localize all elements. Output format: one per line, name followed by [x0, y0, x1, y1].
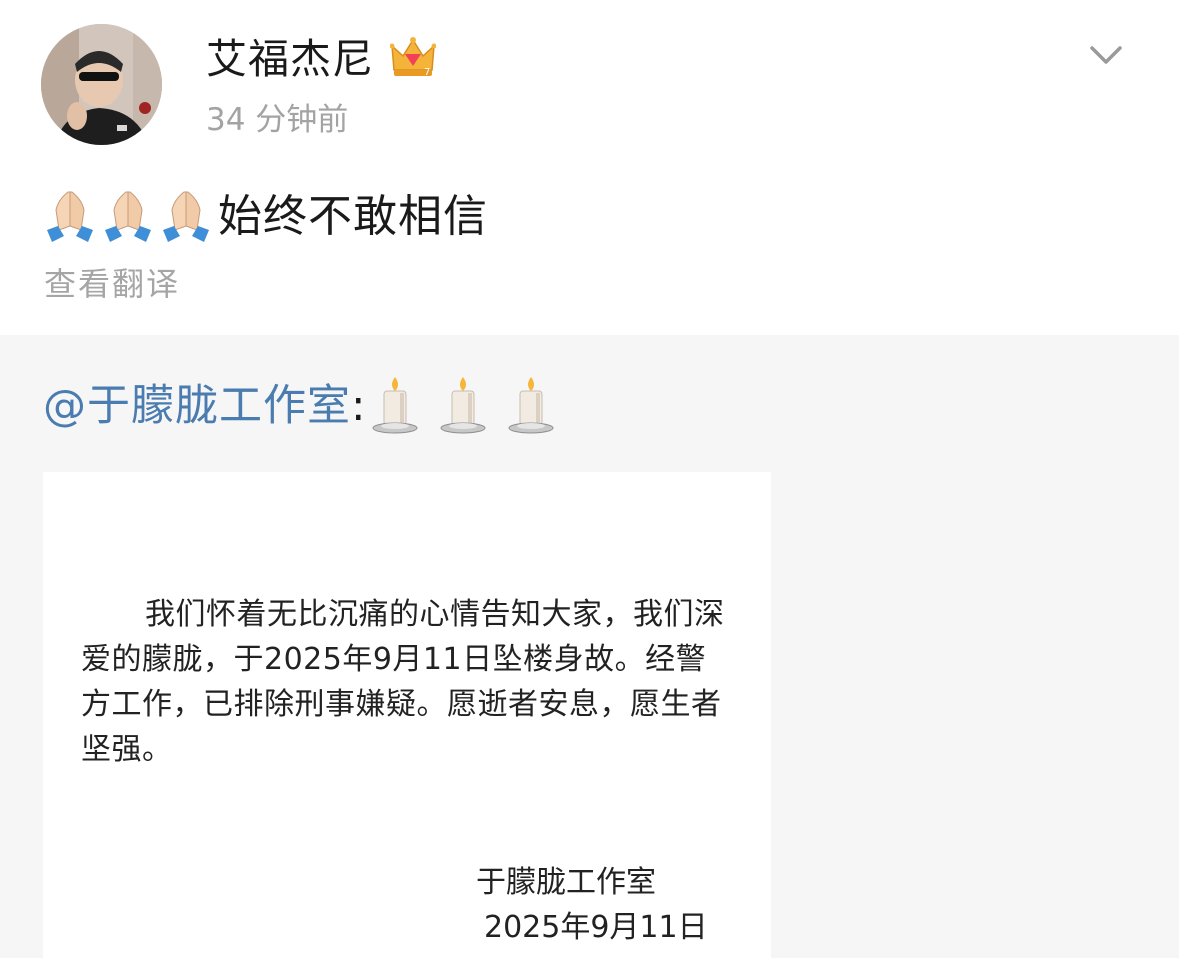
- statement-signature: 于朦胧工作室: [476, 865, 656, 900]
- repost-header: @于朦胧工作室 :: [43, 374, 574, 438]
- post-text: 始终不敢相信: [218, 191, 488, 242]
- pray-emoji-icon: [163, 191, 209, 242]
- chevron-down-icon[interactable]: [1088, 40, 1124, 70]
- post-header: 艾福杰尼 7 34 分钟前 始终不敢相信 查看翻译: [0, 0, 1179, 335]
- translate-link[interactable]: 查看翻译: [44, 262, 180, 306]
- candle-emoji-icon: [440, 377, 485, 434]
- pray-emoji-icon: [47, 191, 93, 242]
- mention-colon: :: [351, 381, 366, 431]
- svg-text:7: 7: [424, 67, 430, 78]
- avatar[interactable]: [41, 24, 162, 145]
- author-name[interactable]: 艾福杰尼: [206, 33, 374, 85]
- statement-body: 我们怀着无比沉痛的心情告知大家，我们深爱的朦胧，于2025年9月11日坠楼身故。…: [81, 597, 725, 767]
- mention-link[interactable]: @于朦胧工作室: [43, 378, 351, 434]
- post-content: 始终不敢相信: [44, 187, 488, 247]
- pray-emoji-icon: [105, 191, 151, 242]
- statement-date: 2025年9月11日: [484, 910, 708, 945]
- candle-emoji-icon: [372, 377, 417, 434]
- post-timestamp: 34 分钟前: [206, 102, 349, 138]
- crown-icon[interactable]: 7: [389, 36, 437, 80]
- candle-emoji-icon: [508, 377, 553, 434]
